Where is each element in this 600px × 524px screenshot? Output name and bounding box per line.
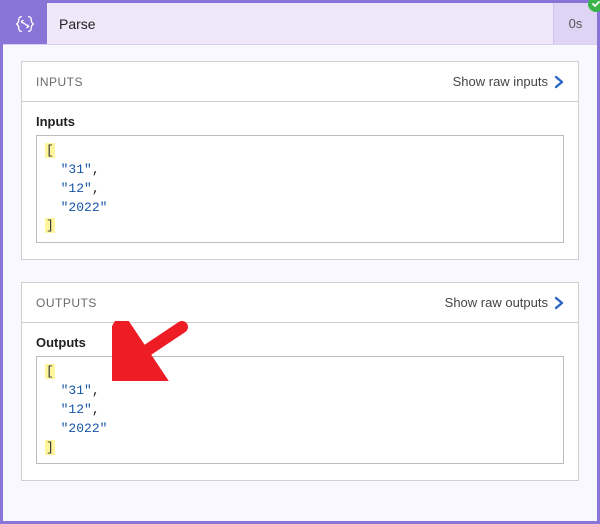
step-run-details: Parse 0s INPUTS Show raw inputs	[0, 0, 600, 524]
inputs-subhead: Inputs	[36, 114, 564, 129]
outputs-subhead: Outputs	[36, 335, 564, 350]
details-body: INPUTS Show raw inputs Inputs [ "31", "1…	[3, 45, 597, 521]
step-title: Parse	[47, 3, 553, 44]
outputs-json-viewer[interactable]: [ "31", "12", "2022" ]	[36, 356, 564, 464]
inputs-card-header: INPUTS Show raw inputs	[22, 62, 578, 102]
outputs-card-title: OUTPUTS	[36, 296, 97, 310]
chevron-right-icon	[554, 75, 564, 89]
show-raw-inputs-label: Show raw inputs	[453, 74, 548, 89]
inputs-card-body: Inputs [ "31", "12", "2022" ]	[22, 102, 578, 259]
chevron-right-icon	[554, 296, 564, 310]
inputs-card-title: INPUTS	[36, 75, 83, 89]
success-badge-icon	[588, 0, 600, 12]
braces-icon	[14, 13, 36, 35]
outputs-card-body: Outputs [ "31", "12", "2022" ]	[22, 323, 578, 480]
inputs-json-viewer[interactable]: [ "31", "12", "2022" ]	[36, 135, 564, 243]
show-raw-inputs-link[interactable]: Show raw inputs	[453, 74, 564, 89]
elapsed-value: 0s	[569, 16, 583, 31]
step-header: Parse 0s	[3, 3, 597, 45]
outputs-card: OUTPUTS Show raw outputs Outputs [ "31",…	[21, 282, 579, 481]
inputs-card: INPUTS Show raw inputs Inputs [ "31", "1…	[21, 61, 579, 260]
step-type-icon	[3, 3, 47, 44]
show-raw-outputs-label: Show raw outputs	[445, 295, 548, 310]
show-raw-outputs-link[interactable]: Show raw outputs	[445, 295, 564, 310]
step-elapsed: 0s	[553, 3, 597, 44]
outputs-card-header: OUTPUTS Show raw outputs	[22, 283, 578, 323]
